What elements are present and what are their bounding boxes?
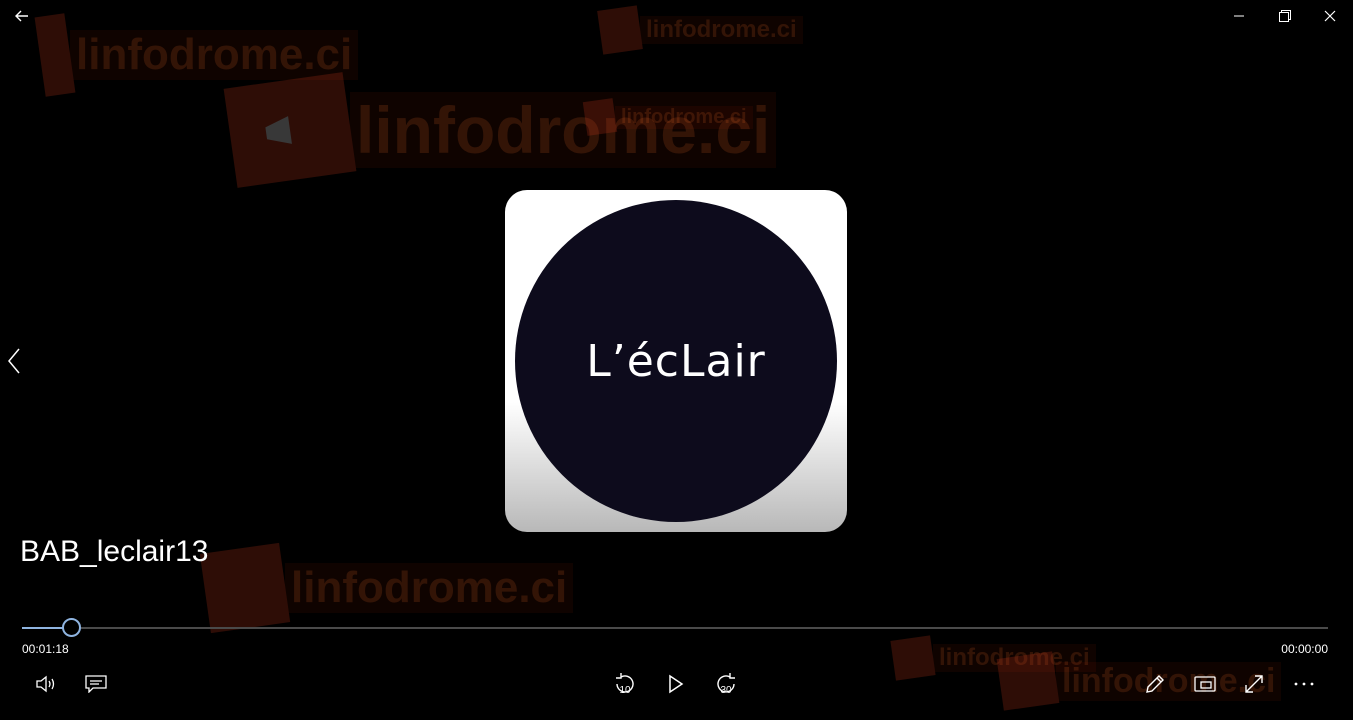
- skip-back-label: 10: [619, 685, 631, 696]
- skip-back-button[interactable]: 10: [607, 668, 643, 700]
- volume-icon[interactable]: [28, 668, 64, 700]
- seek-thumb[interactable]: [62, 618, 82, 637]
- watermark-logo: linfodrome.ci: [582, 98, 753, 136]
- subtitles-icon[interactable]: [78, 668, 114, 700]
- minimize-icon[interactable]: [1216, 0, 1262, 32]
- back-arrow-icon[interactable]: [4, 0, 40, 32]
- pencil-icon[interactable]: [1137, 668, 1173, 700]
- restore-icon[interactable]: [1262, 0, 1308, 32]
- album-logo-text: L’écLair: [586, 335, 766, 387]
- seek-bar[interactable]: [22, 618, 1328, 637]
- watermark-logo: linfodrome.ci: [890, 635, 1096, 681]
- watermark-logo: linfodrome.ci: [223, 72, 777, 188]
- skip-forward-button[interactable]: 30: [708, 668, 744, 700]
- previous-item-button[interactable]: [2, 344, 26, 378]
- fullscreen-icon[interactable]: [1236, 668, 1272, 700]
- more-icon[interactable]: [1286, 668, 1322, 700]
- album-logo: L’écLair: [515, 200, 837, 522]
- skip-forward-label: 30: [720, 685, 732, 696]
- watermark-logo: linfodrome.ci: [199, 542, 574, 634]
- title-bar: [0, 0, 1353, 32]
- play-icon[interactable]: [658, 668, 694, 700]
- remaining-time: 00:00:00: [1281, 642, 1328, 656]
- album-art: L’écLair: [505, 190, 847, 532]
- elapsed-time: 00:01:18: [22, 642, 69, 656]
- mini-view-icon[interactable]: [1187, 668, 1223, 700]
- close-icon[interactable]: [1307, 0, 1353, 32]
- media-title: BAB_leclair13: [20, 535, 209, 568]
